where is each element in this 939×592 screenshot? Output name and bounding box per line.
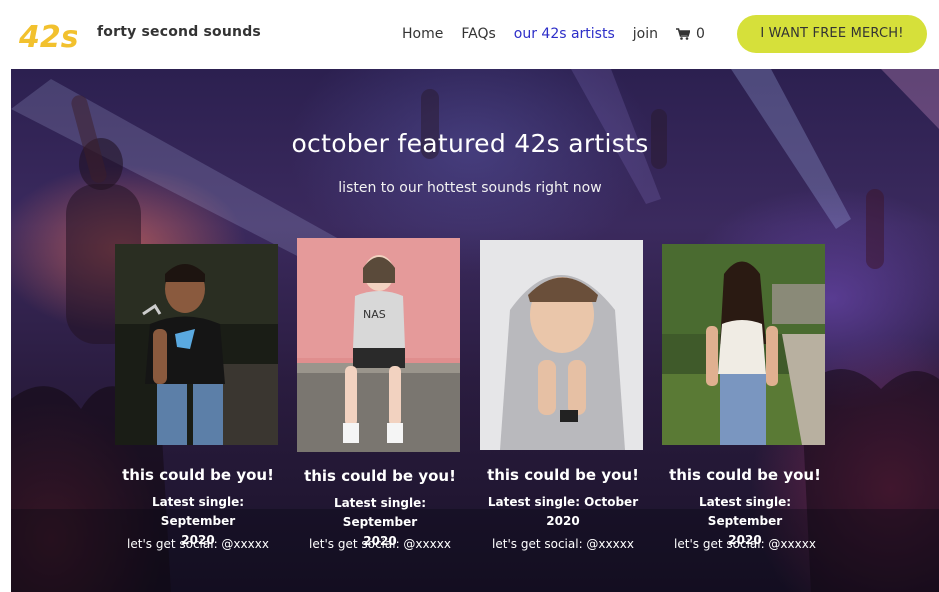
nav-join[interactable]: join [633, 26, 658, 42]
svg-text:NAS: NAS [363, 308, 386, 321]
artist-photo[interactable] [480, 240, 643, 450]
artist-social[interactable]: let's get social: @xxxxx [662, 537, 828, 551]
site-header: 42s forty second sounds Home FAQs our 42… [0, 0, 939, 69]
artist-photo[interactable]: NAS [297, 238, 460, 452]
main-nav: Home FAQs our 42s artists join 0 [402, 24, 705, 44]
free-merch-button[interactable]: I WANT FREE MERCH! [737, 15, 927, 53]
artist-card[interactable]: NAS this could be you! Latest single: Se… [297, 238, 463, 564]
nav-faqs[interactable]: FAQs [461, 26, 495, 42]
cart-count: 0 [695, 26, 705, 42]
hero-subtitle: listen to our hottest sounds right now [338, 180, 602, 196]
shopping-cart-icon [675, 28, 690, 40]
artist-title: this could be you! [122, 466, 274, 484]
artist-title: this could be you! [669, 466, 821, 484]
artist-social[interactable]: let's get social: @xxxxx [115, 537, 281, 551]
logo[interactable]: 42s [17, 13, 79, 55]
artist-social[interactable]: let's get social: @xxxxx [480, 537, 646, 551]
artist-title: this could be you! [487, 466, 639, 484]
artist-photo[interactable] [662, 244, 825, 445]
artist-title: this could be you! [304, 467, 456, 485]
hero-title: october featured 42s artists [291, 129, 649, 158]
artist-card[interactable]: this could be you! Latest single: Septem… [662, 244, 828, 564]
cart-link[interactable]: 0 [675, 26, 705, 42]
nav-home[interactable]: Home [402, 26, 443, 42]
nav-our-artists[interactable]: our 42s artists [514, 26, 615, 42]
artist-social[interactable]: let's get social: @xxxxx [297, 537, 463, 551]
svg-text:42s: 42s [18, 20, 77, 55]
artist-photo[interactable] [115, 244, 278, 445]
artist-latest-single: Latest single: October 2020 [487, 495, 639, 528]
artist-card[interactable]: this could be you! Latest single: Septem… [115, 244, 281, 564]
hero-section: october featured 42s artists listen to o… [11, 69, 939, 592]
brand-name[interactable]: forty second sounds [97, 24, 261, 40]
artist-card[interactable]: this could be you! Latest single: Octobe… [480, 240, 646, 564]
